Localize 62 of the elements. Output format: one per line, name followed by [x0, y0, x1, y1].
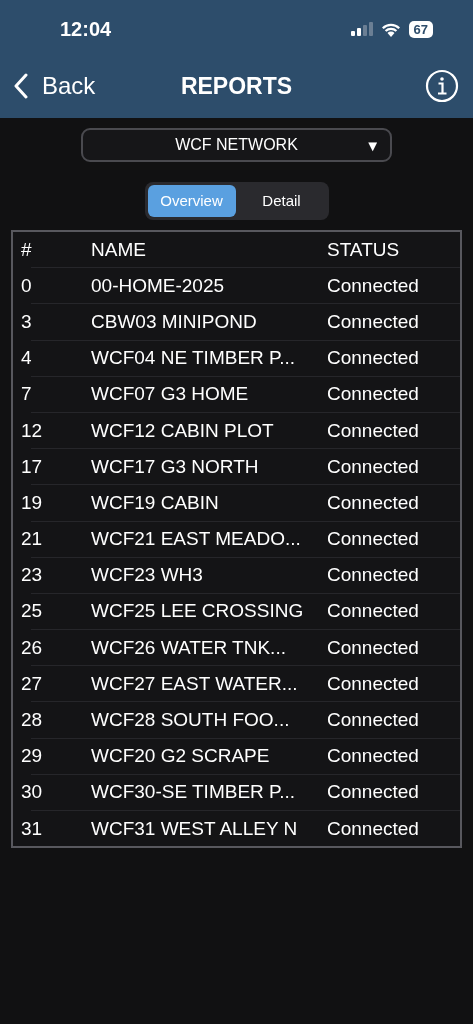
- device-status: Connected: [327, 817, 420, 840]
- device-name: WCF30-SE TIMBER P...: [91, 781, 297, 804]
- device-name: WCF12 CABIN PLOT: [91, 419, 275, 442]
- device-name: 00-HOME-2025: [91, 274, 226, 297]
- row-number: 30: [21, 781, 44, 804]
- device-status: Connected: [327, 745, 420, 768]
- device-status: Connected: [327, 528, 420, 551]
- row-number: 4: [21, 347, 33, 370]
- device-name: WCF27 EAST WATER...: [91, 672, 299, 695]
- device-name: WCF21 EAST MEADO...: [91, 528, 302, 551]
- device-name: WCF31 WEST ALLEY N: [91, 817, 299, 840]
- device-name: WCF19 CABIN: [91, 491, 220, 514]
- signal-icon: [350, 22, 373, 36]
- row-number: 17: [21, 455, 44, 478]
- row-number: 7: [21, 383, 33, 406]
- page-title: REPORTS: [180, 72, 293, 100]
- segment-tab[interactable]: Detail: [237, 185, 326, 217]
- row-number: 21: [21, 528, 44, 551]
- status-time: 12:04: [60, 17, 112, 41]
- row-number: 23: [21, 564, 44, 587]
- row-number: 26: [21, 636, 44, 659]
- device-status: Connected: [327, 636, 420, 659]
- chevron-left-icon: [14, 73, 28, 99]
- row-number: 28: [21, 709, 44, 732]
- row-number: 12: [21, 419, 44, 442]
- device-status: Connected: [327, 419, 420, 442]
- device-name: WCF04 NE TIMBER P...: [91, 347, 297, 370]
- device-name: WCF28 SOUTH FOO...: [91, 709, 291, 732]
- caret-icon: ▼: [365, 136, 380, 154]
- row-number: 31: [21, 817, 44, 840]
- network-dropdown[interactable]: WCF NETWORK ▼: [81, 128, 392, 162]
- column-header: STATUS: [327, 238, 401, 261]
- device-status: Connected: [327, 383, 420, 406]
- device-name: WCF07 G3 HOME: [91, 383, 250, 406]
- device-name: CBW03 MINIPOND: [91, 310, 258, 333]
- device-status: Connected: [327, 347, 420, 370]
- device-status: Connected: [327, 491, 420, 514]
- row-number: 0: [21, 274, 33, 297]
- device-status: Connected: [327, 274, 420, 297]
- device-name: WCF25 LEE CROSSING: [91, 600, 305, 623]
- battery-level: 67: [408, 20, 433, 38]
- row-number: 27: [21, 672, 44, 695]
- row-number: 29: [21, 745, 44, 768]
- device-status: Connected: [327, 310, 420, 333]
- device-name: WCF17 G3 NORTH: [91, 455, 260, 478]
- column-header: #: [21, 238, 33, 261]
- wifi-icon: [380, 21, 401, 37]
- back-button[interactable]: Back: [14, 72, 96, 100]
- row-number: 3: [21, 310, 33, 333]
- device-status: Connected: [327, 781, 420, 804]
- device-name: WCF23 WH3: [91, 564, 204, 587]
- device-status: Connected: [327, 709, 420, 732]
- device-status: Connected: [327, 455, 420, 478]
- row-number: 19: [21, 491, 44, 514]
- column-header: NAME: [91, 238, 147, 261]
- device-status: Connected: [327, 564, 420, 587]
- device-name: WCF20 G2 SCRAPE: [91, 745, 271, 768]
- device-status: Connected: [327, 600, 420, 623]
- info-icon[interactable]: [425, 69, 459, 103]
- device-status: Connected: [327, 672, 420, 695]
- row-number: 25: [21, 600, 44, 623]
- device-name: WCF26 WATER TNK...: [91, 636, 287, 659]
